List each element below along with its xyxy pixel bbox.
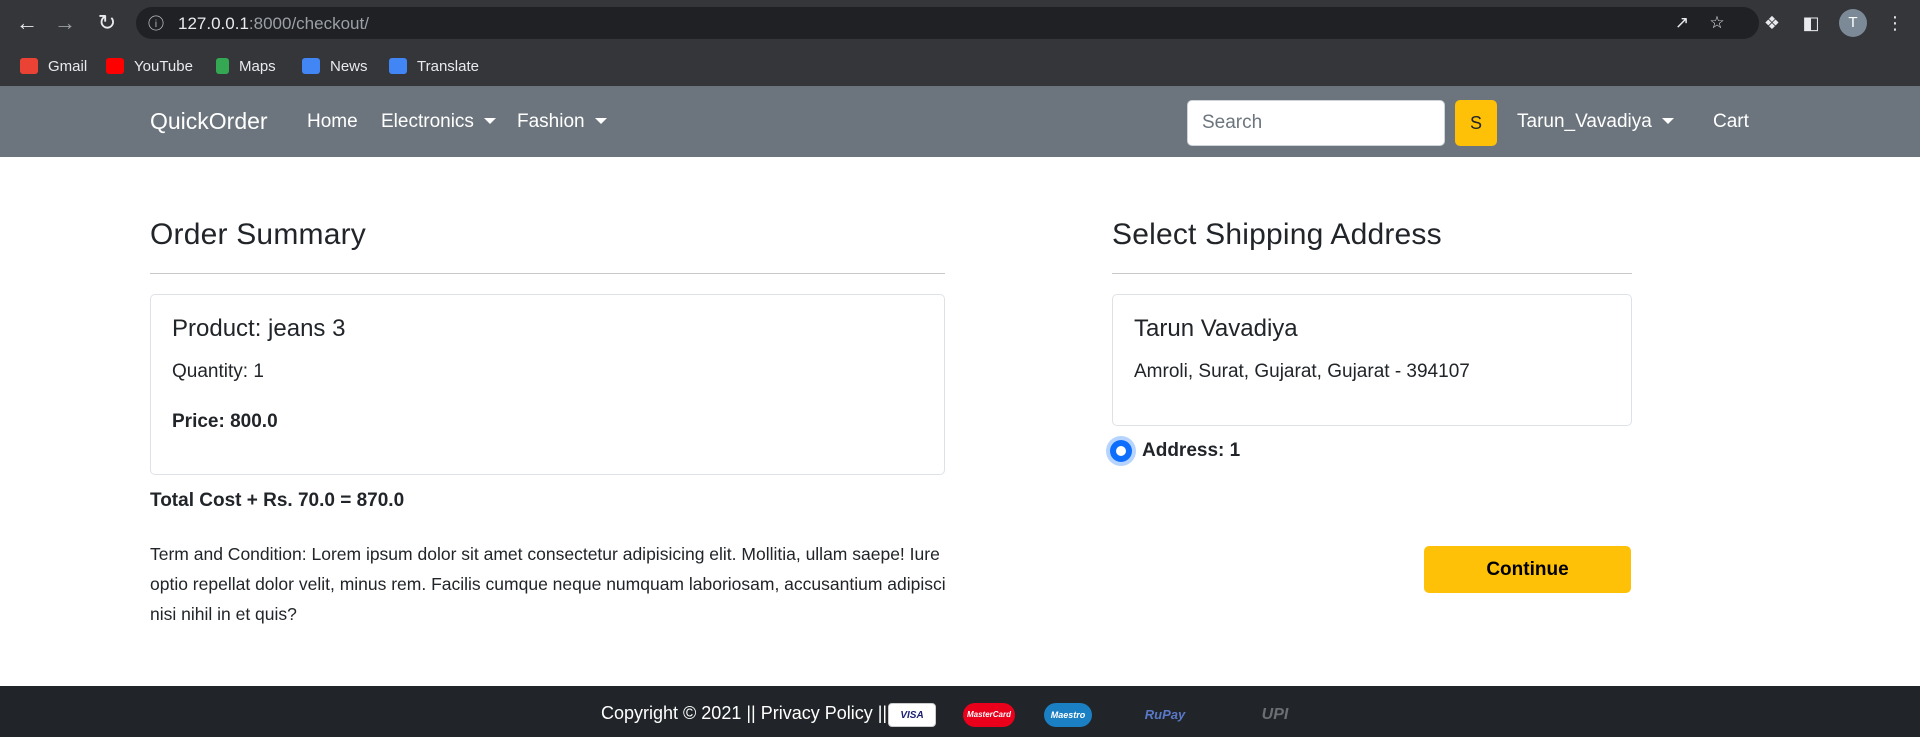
product-quantity: Quantity: 1 <box>172 361 264 382</box>
translate-icon <box>389 58 407 74</box>
search-button[interactable]: S <box>1455 100 1497 146</box>
nav-link-electronics[interactable]: Electronics <box>381 111 496 133</box>
back-arrow-icon[interactable]: ← <box>13 9 41 37</box>
extensions-icon[interactable]: ❖ <box>1760 11 1784 35</box>
side-panel-icon[interactable]: ◧ <box>1799 11 1823 35</box>
maestro-icon: Maestro <box>1044 703 1092 727</box>
footer-text: Copyright © 2021 || Privacy Policy || <box>601 703 888 723</box>
rupay-icon: RuPay <box>1144 707 1186 722</box>
nav-link-fashion[interactable]: Fashion <box>517 111 607 133</box>
bookmark-star-icon[interactable]: ☆ <box>1706 12 1728 34</box>
url-text[interactable]: 127.0.0.1:8000/checkout/ <box>178 14 369 34</box>
bookmark-label: News <box>330 57 368 75</box>
nav-link-cart[interactable]: Cart <box>1713 111 1749 133</box>
site-navbar: QuickOrder Home Electronics Fashion S Ta… <box>0 86 1920 157</box>
order-summary-heading: Order Summary <box>150 218 366 251</box>
chevron-down-icon <box>594 118 607 124</box>
reload-icon[interactable]: ↻ <box>93 9 121 37</box>
bookmark-translate[interactable]: Translate <box>389 55 479 77</box>
search-input[interactable] <box>1187 100 1445 146</box>
url-host: 127.0.0.1 <box>178 14 249 33</box>
user-name: Tarun_Vavadiya <box>1517 111 1652 132</box>
footer: Copyright © 2021 || Privacy Policy || VI… <box>0 686 1920 737</box>
address-radio-label[interactable]: Address: 1 <box>1142 440 1240 462</box>
product-title: Product: jeans 3 <box>172 315 346 342</box>
divider <box>1112 273 1632 274</box>
divider <box>150 273 945 274</box>
bookmark-label: YouTube <box>134 57 193 75</box>
maps-icon <box>216 58 229 74</box>
bookmark-gmail[interactable]: Gmail <box>20 55 87 77</box>
bookmark-label: Maps <box>239 57 276 75</box>
product-price: Price: 800.0 <box>172 411 278 432</box>
terms-text: Term and Condition: Lorem ipsum dolor si… <box>150 544 946 624</box>
bookmark-label: Gmail <box>48 57 88 75</box>
bookmark-maps[interactable]: Maps <box>216 55 276 77</box>
nav-link-label: Fashion <box>517 111 585 132</box>
address-text: Amroli, Surat, Gujarat, Gujarat - 394107 <box>1134 361 1470 382</box>
chevron-down-icon <box>1661 118 1674 124</box>
profile-avatar[interactable]: T <box>1839 9 1867 37</box>
continue-button[interactable]: Continue <box>1424 546 1631 593</box>
address-radio[interactable] <box>1110 440 1132 462</box>
bookmark-news[interactable]: News <box>302 55 368 77</box>
share-icon[interactable]: ↗ <box>1671 12 1693 34</box>
product-card: Product: jeans 3 Quantity: 1 Price: 800.… <box>150 294 945 475</box>
gmail-icon <box>20 58 38 74</box>
shipping-heading: Select Shipping Address <box>1112 218 1442 251</box>
menu-kebab-icon[interactable]: ⋮ <box>1883 11 1907 35</box>
bookmarks-bar: Gmail YouTube Maps News Translate <box>0 46 1920 86</box>
chevron-down-icon <box>483 118 496 124</box>
youtube-icon <box>106 58 124 74</box>
visa-icon: VISA <box>888 703 936 727</box>
info-icon[interactable]: i <box>148 15 164 31</box>
user-dropdown[interactable]: Tarun_Vavadiya <box>1517 111 1674 133</box>
browser-toolbar: ← → ↻ i 127.0.0.1:8000/checkout/ ↗ ☆ ❖ ◧… <box>0 0 1920 46</box>
url-path: :8000/checkout/ <box>248 14 369 33</box>
bookmark-label: Translate <box>417 57 479 75</box>
address-card: Tarun Vavadiya Amroli, Surat, Gujarat, G… <box>1112 294 1632 426</box>
address-name: Tarun Vavadiya <box>1134 315 1298 342</box>
mastercard-icon: MasterCard <box>963 703 1015 727</box>
upi-icon: UPI <box>1261 706 1289 723</box>
address-bar[interactable]: i 127.0.0.1:8000/checkout/ ↗ ☆ <box>136 7 1759 39</box>
news-icon <box>302 58 320 74</box>
bookmark-youtube[interactable]: YouTube <box>106 55 193 77</box>
nav-link-label: Electronics <box>381 111 474 132</box>
forward-arrow-icon[interactable]: → <box>51 9 79 37</box>
nav-link-home[interactable]: Home <box>307 111 358 133</box>
brand-logo[interactable]: QuickOrder <box>150 108 268 135</box>
total-cost: Total Cost + Rs. 70.0 = 870.0 <box>150 490 405 511</box>
